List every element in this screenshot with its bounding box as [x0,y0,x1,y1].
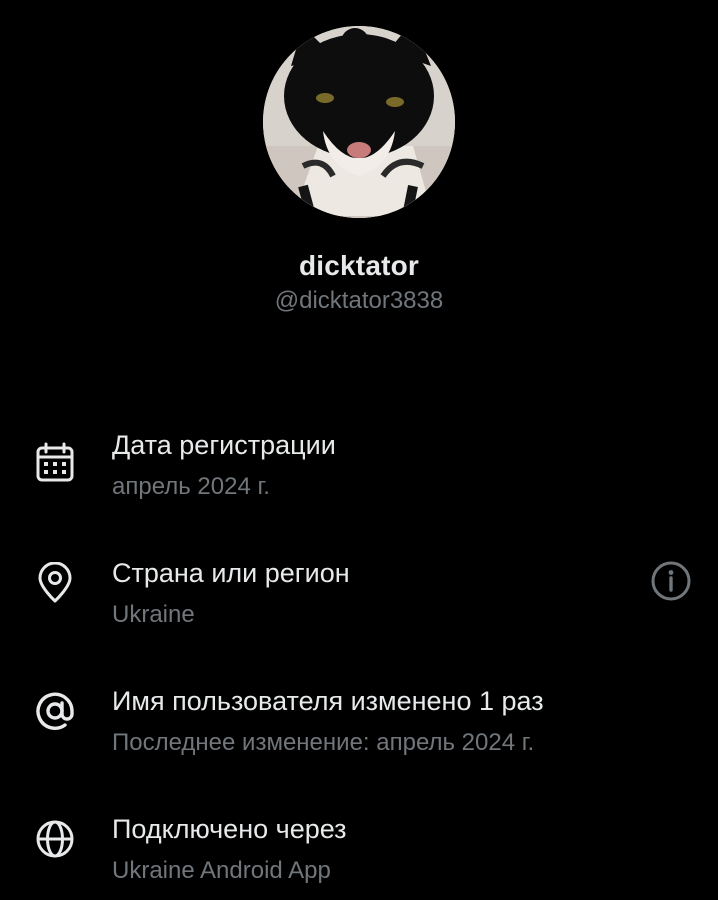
info-row-country: Страна или регион Ukraine [0,538,718,638]
at-sign-icon [36,692,74,730]
globe-icon [36,820,74,858]
country-label: Страна или регион [112,558,350,588]
avatar[interactable] [263,26,455,218]
info-icon[interactable] [649,559,693,603]
info-row-connected-via: Подключено через Ukraine Android App [0,794,718,894]
info-row-registration-date: Дата регистрации апрель 2024 г. [0,410,718,510]
country-value: Ukraine [112,601,195,628]
connected-via-label: Подключено через [112,814,347,844]
avatar-image [263,26,455,218]
username-last-change-value: Последнее изменение: апрель 2024 г. [112,729,535,756]
username-changes-label: Имя пользователя изменено 1 раз [112,686,544,716]
registration-date-label: Дата регистрации [112,430,336,460]
registration-date-value: апрель 2024 г. [112,473,270,500]
info-row-username-changes: Имя пользователя изменено 1 раз Последне… [0,666,718,766]
user-handle: @dicktator3838 [274,287,444,314]
connected-via-value: Ukraine Android App [112,857,331,884]
location-pin-icon [38,562,72,603]
display-name: dicktator [298,250,420,281]
profile-header: dicktator @dicktator3838 [0,0,718,330]
calendar-icon [36,442,74,482]
